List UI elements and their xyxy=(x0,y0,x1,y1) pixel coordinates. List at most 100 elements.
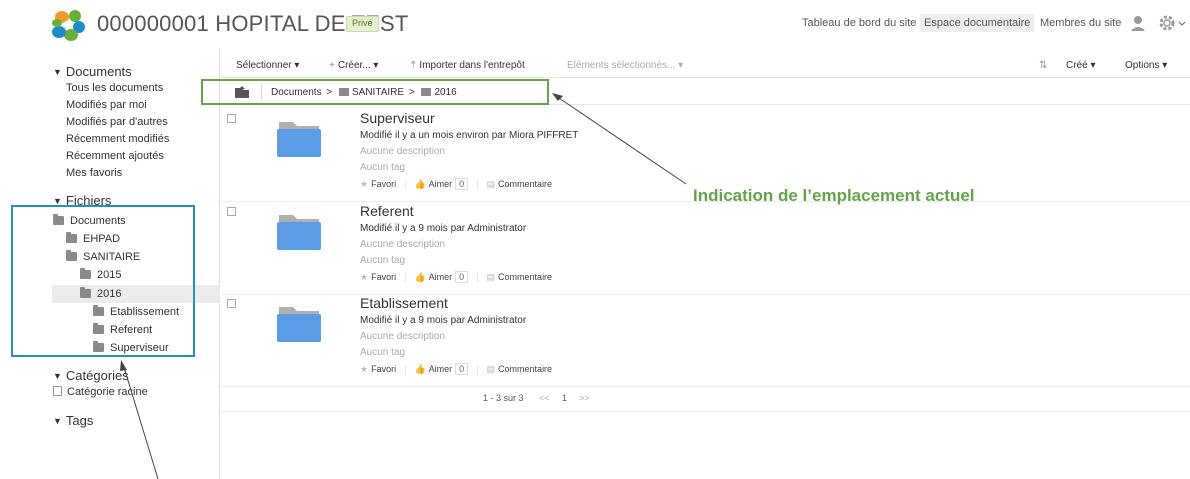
document-title[interactable]: Etablissement xyxy=(360,295,448,311)
section-tags-label: Tags xyxy=(65,413,94,428)
thumbs-up-icon: 👍 xyxy=(414,364,426,374)
document-modified: Modifié il y a 9 mois par Administrator xyxy=(360,223,527,234)
import-button[interactable]: ⤒ Importer dans l'entrepôt xyxy=(411,60,525,71)
list-footer-divider xyxy=(221,411,1190,412)
create-menu-button[interactable]: + Créer... ▾ xyxy=(329,60,378,71)
like-button[interactable]: 👍 Aimer 0 xyxy=(414,271,469,283)
document-modified: Modifié il y a un mois environ par Miora… xyxy=(360,130,579,141)
category-icon xyxy=(53,386,62,396)
action-divider: | xyxy=(476,272,479,282)
favorite-label: Favori xyxy=(371,179,397,189)
comment-button[interactable]: ▤ Commentaire xyxy=(487,364,553,374)
favorite-button[interactable]: ★ Favori xyxy=(360,272,396,282)
select-menu-button[interactable]: Sélectionner ▾ xyxy=(236,60,299,71)
folder-icon[interactable] xyxy=(275,118,323,158)
like-count: 0 xyxy=(455,271,469,283)
site-header: 000000001 HOPITAL DE TEST Privé Tableau … xyxy=(0,0,1190,48)
comment-icon: ▤ xyxy=(486,272,496,282)
nav-membres-du-site[interactable]: Membres du site xyxy=(1040,17,1121,29)
pagination-prev[interactable]: << xyxy=(539,393,550,403)
thumbs-up-icon: 👍 xyxy=(414,272,426,282)
user-icon[interactable] xyxy=(1129,14,1147,32)
section-documents-label: Documents xyxy=(65,64,132,79)
favorite-button[interactable]: ★ Favori xyxy=(360,364,396,374)
filter-recently-added[interactable]: Récemment ajoutés xyxy=(66,150,164,162)
comment-label: Commentaire xyxy=(498,364,553,374)
document-tags: Aucun tag xyxy=(360,347,406,358)
document-tags: Aucun tag xyxy=(360,162,406,173)
section-categories[interactable]: ▼ Catégories xyxy=(53,368,129,383)
annotation-tree-highlight xyxy=(11,205,195,357)
like-count: 0 xyxy=(455,363,469,375)
selected-items-menu[interactable]: Eléments sélectionnés... ▾ xyxy=(567,60,683,71)
nav-espace-documentaire[interactable]: Espace documentaire xyxy=(920,14,1035,32)
document-actions: ★ Favori | 👍 Aimer 0 | ▤ Commentaire xyxy=(360,363,560,375)
gear-icon[interactable] xyxy=(1158,14,1176,32)
filter-modified-by-me[interactable]: Modifiés par moi xyxy=(66,99,147,111)
like-label: Aimer xyxy=(428,179,453,189)
document-row: Referent Modifié il y a 9 mois par Admin… xyxy=(221,203,1190,295)
action-divider: | xyxy=(476,364,479,374)
pagination-next[interactable]: >> xyxy=(579,393,590,403)
row-checkbox[interactable] xyxy=(227,114,236,123)
pagination-range: 1 - 3 sur 3 xyxy=(483,393,524,403)
category-root-label: Catégorie racine xyxy=(67,386,148,398)
folder-icon[interactable] xyxy=(275,211,323,251)
document-title[interactable]: Referent xyxy=(360,203,414,219)
row-checkbox[interactable] xyxy=(227,207,236,216)
thumbs-up-icon: 👍 xyxy=(414,179,426,189)
like-count: 0 xyxy=(455,178,469,190)
document-actions: ★ Favori | 👍 Aimer 0 | ▤ Commentaire xyxy=(360,271,560,283)
document-actions: ★ Favori | 👍 Aimer 0 | ▤ Commentaire xyxy=(360,178,560,190)
comment-icon: ▤ xyxy=(486,364,496,374)
filter-recently-modified[interactable]: Récemment modifiés xyxy=(66,133,169,145)
favorite-button[interactable]: ★ Favori xyxy=(360,179,396,189)
like-label: Aimer xyxy=(428,364,453,374)
section-documents[interactable]: ▼ Documents xyxy=(53,64,132,79)
section-tags[interactable]: ▼ Tags xyxy=(53,413,93,428)
favorite-label: Favori xyxy=(371,272,397,282)
star-icon: ★ xyxy=(360,364,369,374)
comment-label: Commentaire xyxy=(498,179,553,189)
like-button[interactable]: 👍 Aimer 0 xyxy=(414,363,469,375)
filter-all-documents[interactable]: Tous les documents xyxy=(66,82,163,94)
comment-button[interactable]: ▤ Commentaire xyxy=(487,272,553,282)
collapse-triangle-icon: ▼ xyxy=(53,67,62,77)
collapse-triangle-icon: ▼ xyxy=(53,371,62,381)
site-visibility-badge: Privé xyxy=(346,16,379,32)
row-checkbox[interactable] xyxy=(227,299,236,308)
document-description: Aucune description xyxy=(360,239,446,250)
nav-tableau-de-bord[interactable]: Tableau de bord du site xyxy=(802,17,916,29)
document-toolbar: Sélectionner ▾ + Créer... ▾ ⤒ Importer dan… xyxy=(221,48,1190,78)
create-label: Créer... ▾ xyxy=(337,60,379,71)
upload-icon: ⤒ xyxy=(411,60,416,71)
action-divider: | xyxy=(404,364,407,374)
star-icon: ★ xyxy=(360,272,369,282)
section-categories-label: Catégories xyxy=(65,368,129,383)
sort-field-menu[interactable]: Créé ▾ xyxy=(1066,60,1095,71)
comment-button[interactable]: ▤ Commentaire xyxy=(487,179,553,189)
like-label: Aimer xyxy=(428,272,453,282)
star-icon: ★ xyxy=(360,179,369,189)
comment-label: Commentaire xyxy=(498,272,553,282)
filter-favorites[interactable]: Mes favoris xyxy=(66,167,122,179)
alfresco-logo[interactable] xyxy=(50,8,86,42)
document-title[interactable]: Superviseur xyxy=(360,110,435,126)
plus-icon: + xyxy=(329,60,335,71)
favorite-label: Favori xyxy=(371,364,397,374)
options-menu-button[interactable]: Options ▾ xyxy=(1125,60,1167,71)
import-label: Importer dans l'entrepôt xyxy=(419,60,525,71)
like-button[interactable]: 👍 Aimer 0 xyxy=(414,178,469,190)
filter-modified-by-others[interactable]: Modifiés par d'autres xyxy=(66,116,168,128)
folder-icon[interactable] xyxy=(275,303,323,343)
document-modified: Modifié il y a 9 mois par Administrator xyxy=(360,315,527,326)
document-row: Etablissement Modifié il y a 9 mois par … xyxy=(221,295,1190,387)
document-description: Aucune description xyxy=(360,331,446,342)
action-divider: | xyxy=(476,179,479,189)
sort-direction-icon[interactable]: ⇅ xyxy=(1039,60,1047,71)
pagination-page[interactable]: 1 xyxy=(562,393,567,403)
chevron-down-icon[interactable] xyxy=(1178,14,1186,32)
action-divider: | xyxy=(404,179,407,189)
document-tags: Aucun tag xyxy=(360,255,406,266)
category-root[interactable]: Catégorie racine xyxy=(53,386,148,398)
